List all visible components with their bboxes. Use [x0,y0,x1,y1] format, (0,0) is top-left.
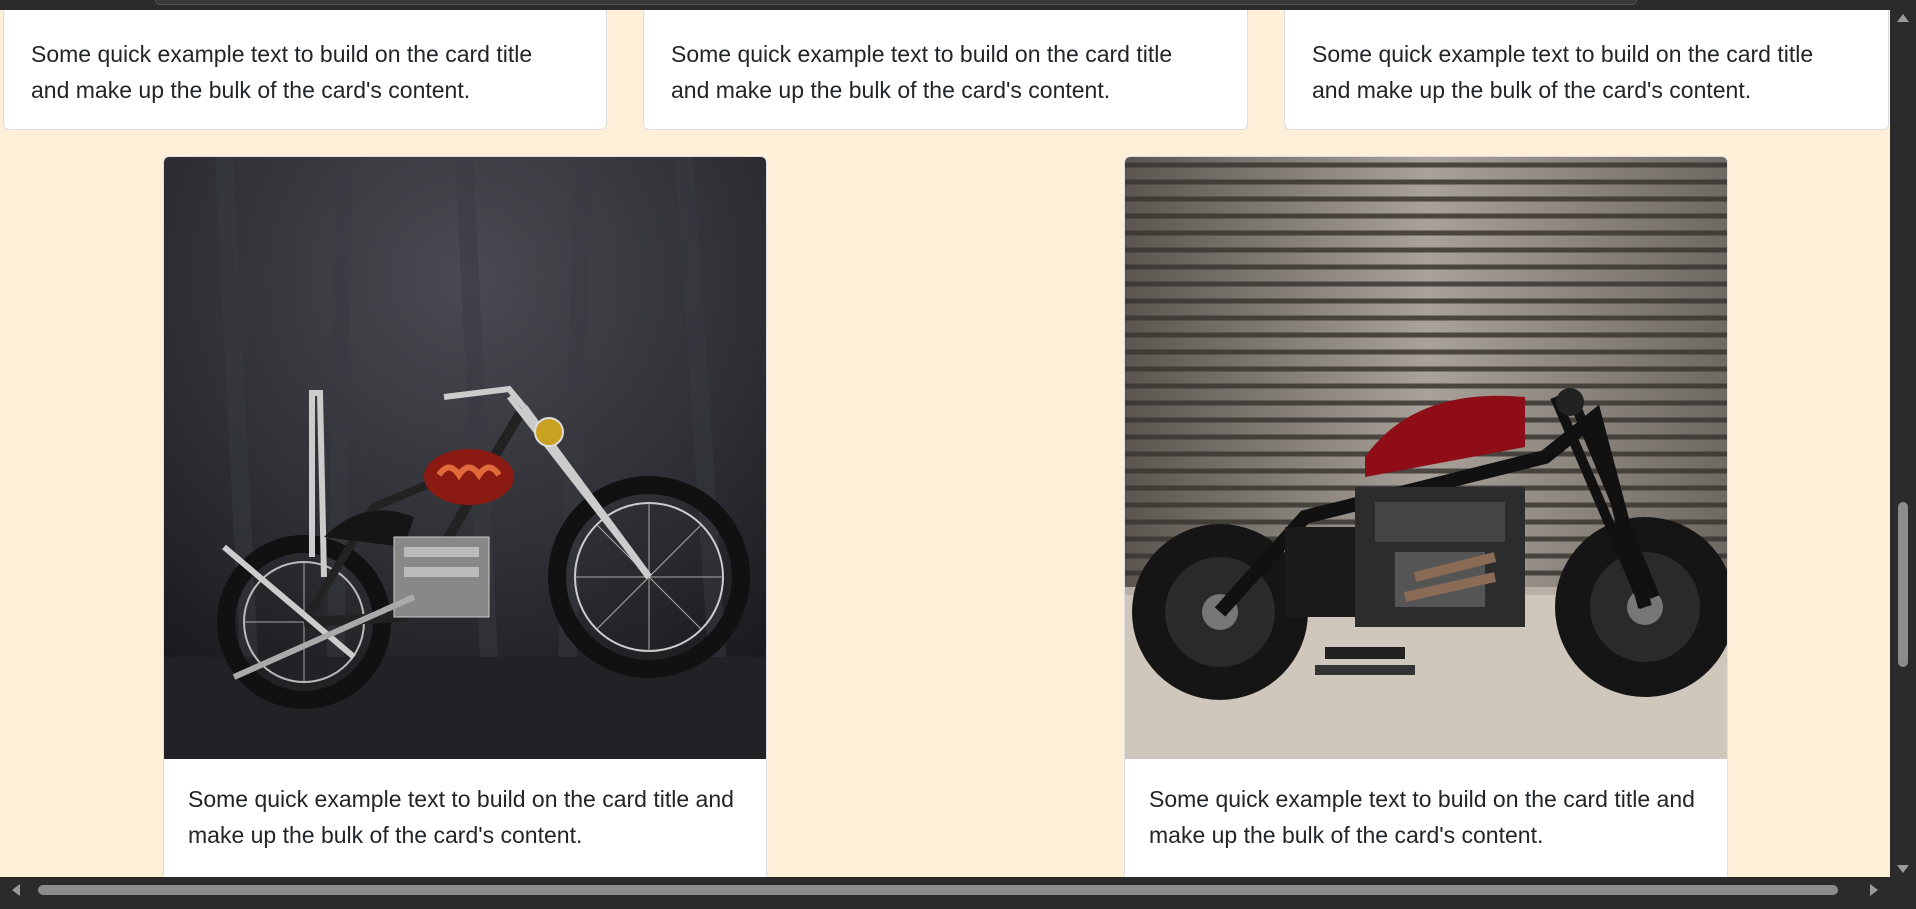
card-top-3: Some quick example text to build on the … [1284,10,1889,130]
card-top-1: Some quick example text to build on the … [3,10,607,130]
page-viewport: Some quick example text to build on the … [0,10,1890,877]
scroll-left-arrow-icon[interactable] [12,884,20,896]
vertical-scroll-thumb[interactable] [1898,502,1908,667]
browser-frame-edge [155,0,1637,5]
bobber-motorcycle-photo [1125,157,1727,759]
horizontal-scroll-thumb[interactable] [38,885,1838,895]
card-image [1125,157,1727,759]
card-text: Some quick example text to build on the … [188,786,734,848]
card-image-1: Some quick example text to build on the … [163,156,767,877]
card-text: Some quick example text to build on the … [1149,786,1695,848]
chopper-motorcycle-photo [164,157,766,759]
scroll-right-arrow-icon[interactable] [1870,884,1878,896]
card-image-2: Some quick example text to build on the … [1124,156,1728,877]
card-text: Some quick example text to build on the … [671,41,1173,103]
horizontal-scrollbar[interactable] [0,877,1890,903]
vertical-scrollbar[interactable] [1890,10,1916,877]
scrollbar-corner [1890,877,1916,903]
card-text: Some quick example text to build on the … [1312,41,1814,103]
card-text: Some quick example text to build on the … [31,41,533,103]
scroll-down-arrow-icon[interactable] [1897,865,1909,873]
scroll-up-arrow-icon[interactable] [1897,14,1909,22]
card-top-2: Some quick example text to build on the … [643,10,1248,130]
card-image [164,157,766,759]
